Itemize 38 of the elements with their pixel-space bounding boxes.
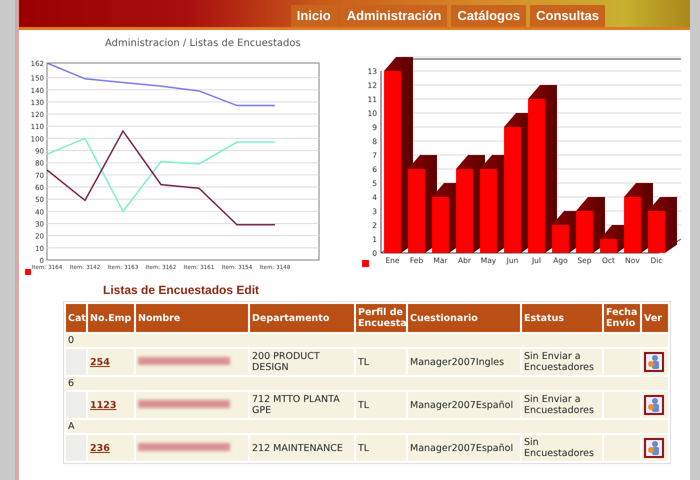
- table-cell: TL: [356, 392, 406, 418]
- table-cell: Sin Enviar a Encuestadores: [522, 392, 602, 418]
- column-header: Nombre: [136, 304, 248, 332]
- table-cell: Sin Enviar a Encuestadores: [522, 349, 602, 375]
- view-person-icon[interactable]: [644, 438, 664, 458]
- table-cell: Manager2007Ingles: [408, 349, 520, 375]
- employee-link[interactable]: 254: [90, 356, 110, 368]
- table-title: Listas de Encuestados Edit: [103, 283, 260, 297]
- view-person-icon[interactable]: [644, 395, 664, 415]
- table-cell: TL: [356, 435, 406, 461]
- column-header: Ver: [642, 304, 668, 332]
- employee-link[interactable]: 236: [90, 442, 110, 454]
- column-header: No.Emp: [88, 304, 134, 332]
- nav-tab[interactable]: Administración: [340, 5, 448, 27]
- table-cell: Sin Encuestadores: [522, 435, 602, 461]
- column-header: Departamento: [250, 304, 354, 332]
- column-header: Fecha Envio: [604, 304, 640, 332]
- nav-tab[interactable]: Inicio: [290, 5, 337, 27]
- table-cell: TL: [356, 349, 406, 375]
- nav-tab[interactable]: Catálogos: [451, 5, 526, 27]
- column-header: Cat: [66, 304, 86, 332]
- legend-marker-icon: [25, 269, 31, 275]
- nav-tab[interactable]: Consultas: [530, 5, 605, 27]
- group-label: 0: [68, 335, 74, 346]
- column-header: Cuestionario: [408, 304, 520, 332]
- extrusion-shading: [648, 197, 677, 253]
- breadcrumb: Administracion / Listas de Encuestados: [105, 37, 302, 51]
- table-cell: 212 MAINTENANCE: [250, 435, 354, 461]
- group-label: A: [68, 421, 74, 432]
- table-cell: Manager2007Español: [408, 392, 520, 418]
- column-header: Perfil de Encuesta: [356, 304, 406, 332]
- view-person-icon[interactable]: [644, 352, 664, 372]
- column-header: Estatus: [522, 304, 602, 332]
- group-label: 6: [68, 378, 74, 389]
- legend-marker-icon: [362, 260, 369, 267]
- table-cell: Manager2007Español: [408, 435, 520, 461]
- table-cell: 200 PRODUCT DESIGN: [250, 349, 354, 375]
- table-cell: 712 MTTO PLANTA GPE: [250, 392, 354, 418]
